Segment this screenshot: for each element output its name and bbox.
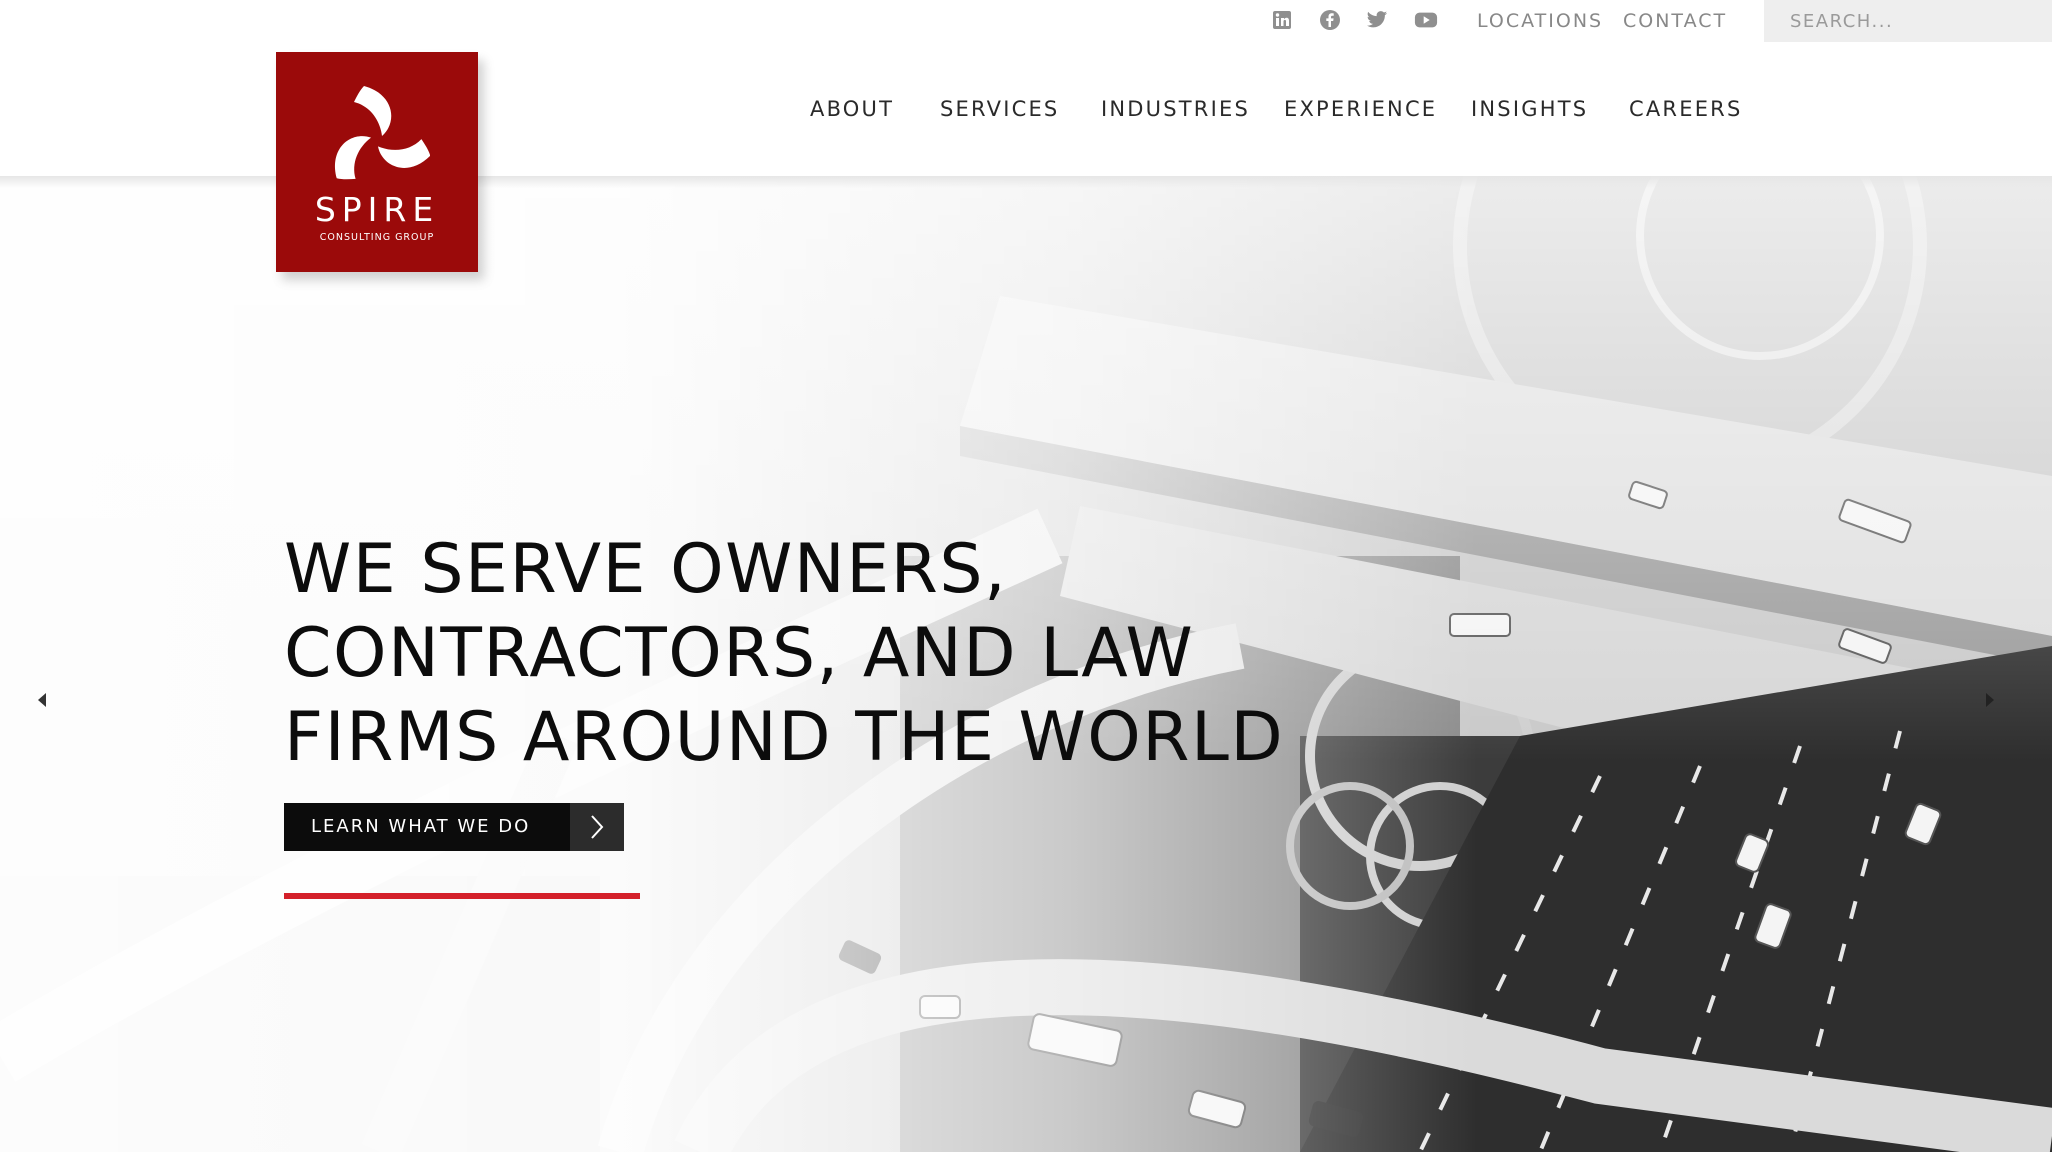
- spire-logo[interactable]: SPIRE CONSULTING GROUP: [276, 52, 478, 272]
- nav-item-services[interactable]: SERVICES: [940, 97, 1059, 121]
- cta-label: LEARN WHAT WE DO: [311, 816, 531, 837]
- nav-item-industries[interactable]: INDUSTRIES: [1101, 97, 1250, 121]
- hero-headline-line: FIRMS AROUND THE WORLD: [284, 698, 1285, 777]
- caret-right-icon[interactable]: [1978, 688, 2002, 712]
- nav-item-experience[interactable]: EXPERIENCE: [1284, 97, 1437, 121]
- chevron-right-icon: [570, 803, 624, 851]
- nav-item-about[interactable]: ABOUT: [810, 97, 894, 121]
- facebook-icon[interactable]: [1318, 8, 1342, 32]
- caret-left-icon[interactable]: [30, 688, 54, 712]
- contact-link[interactable]: CONTACT: [1623, 10, 1727, 32]
- search-input[interactable]: [1764, 0, 2052, 42]
- locations-link[interactable]: LOCATIONS: [1477, 10, 1603, 32]
- youtube-icon[interactable]: [1414, 8, 1438, 32]
- hero-headline-line: CONTRACTORS, AND LAW: [284, 614, 1195, 693]
- linkedin-icon[interactable]: [1270, 8, 1294, 32]
- nav-item-careers[interactable]: CAREERS: [1629, 97, 1742, 121]
- logo-wordmark: SPIRE: [314, 190, 440, 229]
- accent-divider: [284, 893, 640, 899]
- learn-what-we-do-button[interactable]: LEARN WHAT WE DO: [284, 803, 624, 851]
- hero-headline-line: WE SERVE OWNERS,: [284, 530, 1008, 609]
- logo-tagline: CONSULTING GROUP: [319, 232, 435, 243]
- hero-headline: WE SERVE OWNERS, CONTRACTORS, AND LAW FI…: [284, 528, 1284, 780]
- twitter-icon[interactable]: [1365, 8, 1389, 32]
- nav-item-insights[interactable]: INSIGHTS: [1471, 97, 1588, 121]
- spire-triskelion-icon: [335, 86, 430, 180]
